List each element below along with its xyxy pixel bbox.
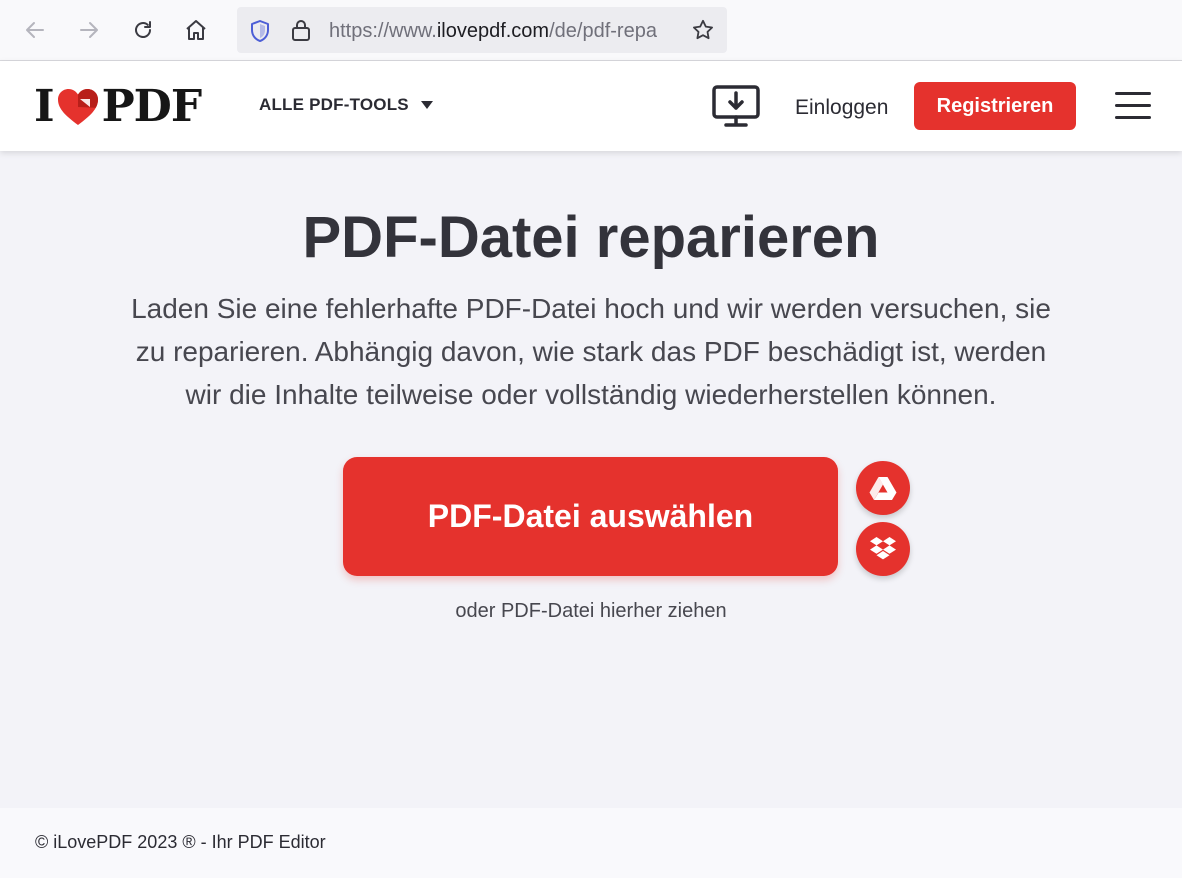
description-line: Laden Sie eine fehlerhafte PDF-Datei hoc… <box>131 293 1051 324</box>
url-path: /de/pdf-repa <box>549 20 657 42</box>
login-link[interactable]: Einloggen <box>795 95 888 121</box>
url-prefix: https://www. <box>329 20 437 42</box>
reload-icon[interactable] <box>127 14 159 46</box>
all-tools-label: ALLE PDF-TOOLS <box>259 95 409 114</box>
description-line: wir die Inhalte teilweise oder vollständ… <box>185 379 997 410</box>
url-host: ilovepdf.com <box>436 20 550 42</box>
google-drive-button[interactable] <box>856 461 910 515</box>
address-bar[interactable]: https://www.ilovepdf.com/de/pdf-repa <box>237 7 727 53</box>
home-icon[interactable] <box>180 14 212 46</box>
hamburger-line <box>1115 104 1151 107</box>
hamburger-line <box>1115 116 1151 119</box>
shield-icon[interactable] <box>249 19 271 48</box>
site-header: I PDF ALLE PDF-TOOLS Einloggen Registrie… <box>0 61 1182 151</box>
page-title: PDF-Datei reparieren <box>302 205 880 270</box>
drop-hint-text: oder PDF-Datei hierher ziehen <box>455 600 727 622</box>
browser-toolbar: https://www.ilovepdf.com/de/pdf-repa <box>0 0 1182 61</box>
heart-icon <box>57 89 98 125</box>
all-tools-menu[interactable]: ALLE PDF-TOOLS <box>259 95 433 115</box>
hamburger-menu-icon[interactable] <box>1115 92 1151 120</box>
logo-pdf-text: PDF <box>101 81 202 132</box>
url-text[interactable]: https://www.ilovepdf.com/de/pdf-repa <box>329 19 684 43</box>
lock-icon[interactable] <box>291 18 311 47</box>
description-line: zu reparieren. Abhängig davon, wie stark… <box>135 336 1047 367</box>
dropbox-button[interactable] <box>856 522 910 576</box>
select-pdf-button[interactable]: PDF-Datei auswählen <box>343 457 838 576</box>
ilovepdf-logo[interactable]: I PDF <box>34 81 202 132</box>
forward-arrow-icon[interactable] <box>73 14 105 46</box>
footer-copyright: © iLovePDF 2023 ® - Ihr PDF Editor <box>35 832 326 852</box>
desktop-download-icon[interactable] <box>711 84 761 133</box>
google-drive-icon <box>869 477 897 500</box>
back-arrow-icon[interactable] <box>19 14 51 46</box>
star-icon[interactable] <box>691 18 715 47</box>
logo-letter-i: I <box>34 81 55 132</box>
footer: © iLovePDF 2023 ® - Ihr PDF Editor <box>0 808 1182 878</box>
register-button[interactable]: Registrieren <box>914 82 1076 130</box>
caret-down-icon <box>420 101 433 109</box>
page-description: Laden Sie eine fehlerhafte PDF-Datei hoc… <box>66 287 1116 416</box>
dropbox-icon <box>870 537 896 560</box>
hamburger-line <box>1115 92 1151 95</box>
